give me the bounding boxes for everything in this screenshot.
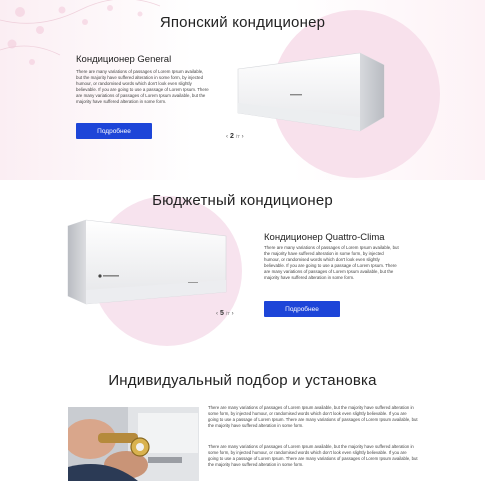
details-button[interactable]: Подробнее — [76, 123, 152, 139]
installation-text: There are many variations of passages of… — [208, 444, 418, 467]
section-title-japanese: Японский кондиционер — [159, 14, 326, 31]
next-arrow-icon[interactable]: › — [232, 311, 234, 317]
section-title-budget: Бюджетный кондиционер — [152, 192, 333, 209]
product-description: There are many variations of passages of… — [264, 245, 399, 281]
product-name: Кондиционер General — [76, 54, 172, 65]
details-button[interactable]: Подробнее — [264, 301, 340, 317]
prev-arrow-icon[interactable]: ‹ — [216, 311, 218, 317]
product-description: There are many variations of passages of… — [76, 69, 209, 105]
pager-current: 5 — [220, 310, 224, 317]
slider-pager: ‹ 5 /7 › — [216, 310, 234, 317]
product-name: Кондиционер Quattro-Clima — [264, 232, 385, 243]
slider-pager: ‹ 2 /7 › — [226, 133, 244, 140]
next-arrow-icon[interactable]: › — [242, 134, 244, 140]
installation-text: There are many variations of passages of… — [208, 405, 418, 428]
air-conditioner-image — [66, 216, 230, 308]
section-title-installation: Индивидуальный подбор и установка — [108, 372, 377, 389]
pager-current: 2 — [230, 133, 234, 140]
pager-total: /7 — [235, 134, 240, 139]
prev-arrow-icon[interactable]: ‹ — [226, 134, 228, 140]
pager-total: /7 — [225, 311, 230, 316]
installation-photo — [68, 407, 199, 481]
air-conditioner-image — [232, 47, 392, 135]
